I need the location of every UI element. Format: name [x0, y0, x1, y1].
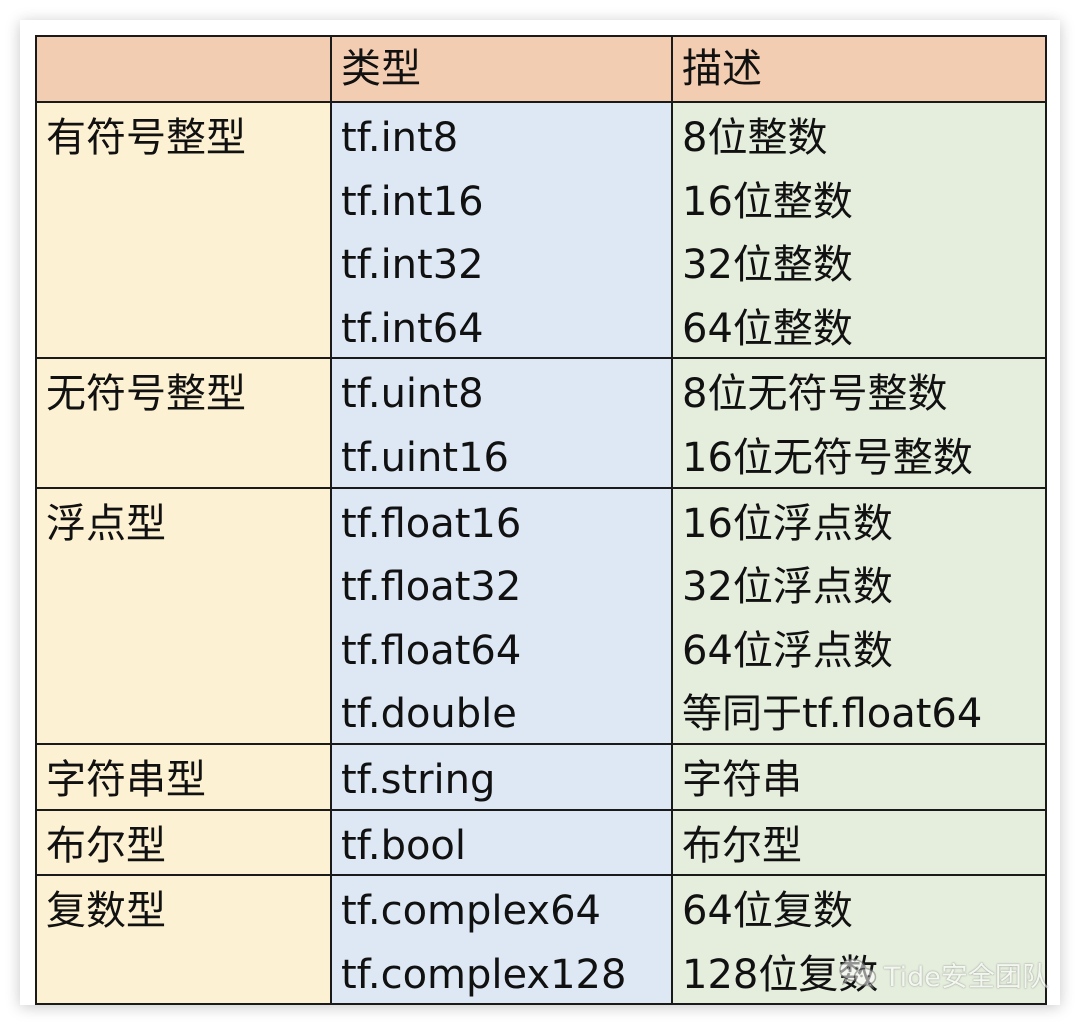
table-row: 字符串型 tf.string 字符串	[35, 742, 1047, 811]
data-type-table: 类型 描述 有符号整型 tf.int8 tf.int16 tf.int32 tf…	[35, 35, 1047, 1006]
table-row: 有符号整型 tf.int8 tf.int16 tf.int32 tf.int64…	[35, 100, 1047, 360]
type-cell: tf.int8 tf.int16 tf.int32 tf.int64	[330, 100, 673, 360]
type-cell: tf.uint8 tf.uint16	[330, 357, 673, 489]
type-cell: tf.float16 tf.float32 tf.float64 tf.doub…	[330, 486, 673, 745]
type-description: 16位浮点数	[682, 500, 893, 547]
type-description: 字符串	[682, 756, 802, 803]
type-name: tf.int64	[341, 305, 484, 352]
category-cell: 字符串型	[35, 742, 332, 811]
category-cell: 布尔型	[35, 808, 332, 877]
type-name: tf.float16	[341, 500, 522, 547]
description-cell: 8位无符号整数 16位无符号整数	[671, 357, 1047, 489]
table-row: 浮点型 tf.float16 tf.float32 tf.float64 tf.…	[35, 486, 1047, 745]
type-description: 等同于tf.float64	[682, 691, 983, 738]
header-row: 类型 描述	[35, 35, 1047, 103]
type-name: tf.double	[341, 691, 517, 738]
description-cell: 布尔型	[671, 808, 1047, 877]
type-name: tf.uint16	[341, 434, 509, 481]
type-description: 布尔型	[682, 822, 802, 869]
watermark: Tide安全团队	[838, 952, 1049, 996]
type-cell: tf.complex64 tf.complex128	[330, 874, 673, 1006]
description-cell: 8位整数 16位整数 32位整数 64位整数	[671, 100, 1047, 360]
header-description: 描述	[671, 35, 1047, 103]
type-name: tf.float32	[341, 564, 522, 611]
category-cell: 复数型	[35, 874, 332, 1006]
type-description: 64位浮点数	[682, 627, 893, 674]
header-type: 类型	[330, 35, 673, 103]
type-name: tf.bool	[341, 822, 467, 869]
table-row: 无符号整型 tf.uint8 tf.uint16 8位无符号整数 16位无符号整…	[35, 357, 1047, 489]
type-cell: tf.string	[330, 742, 673, 811]
type-description: 64位整数	[682, 305, 853, 352]
type-name: tf.int32	[341, 242, 484, 289]
description-cell: 16位浮点数 32位浮点数 64位浮点数 等同于tf.float64	[671, 486, 1047, 745]
description-cell: 字符串	[671, 742, 1047, 811]
category-cell: 无符号整型	[35, 357, 332, 489]
type-name: tf.string	[341, 756, 496, 803]
type-description: 16位无符号整数	[682, 434, 973, 481]
type-name: tf.complex128	[341, 951, 627, 998]
type-name: tf.float64	[341, 627, 522, 674]
type-description: 8位整数	[682, 115, 828, 161]
type-description: 8位无符号整数	[682, 371, 948, 418]
type-name: tf.int16	[341, 178, 484, 225]
type-name: tf.uint8	[341, 371, 484, 418]
type-description: 64位复数	[682, 888, 853, 935]
type-name: tf.int8	[341, 115, 459, 161]
wechat-icon	[839, 958, 877, 990]
table-row: 布尔型 tf.bool 布尔型	[35, 808, 1047, 877]
type-description: 32位浮点数	[682, 564, 893, 611]
type-cell: tf.bool	[330, 808, 673, 877]
type-description: 16位整数	[682, 178, 853, 225]
type-name: tf.complex64	[341, 888, 601, 935]
type-description: 32位整数	[682, 242, 853, 289]
category-cell: 浮点型	[35, 486, 332, 745]
category-cell: 有符号整型	[35, 100, 332, 360]
header-category	[35, 35, 332, 103]
watermark-text: Tide安全团队	[884, 961, 1049, 993]
